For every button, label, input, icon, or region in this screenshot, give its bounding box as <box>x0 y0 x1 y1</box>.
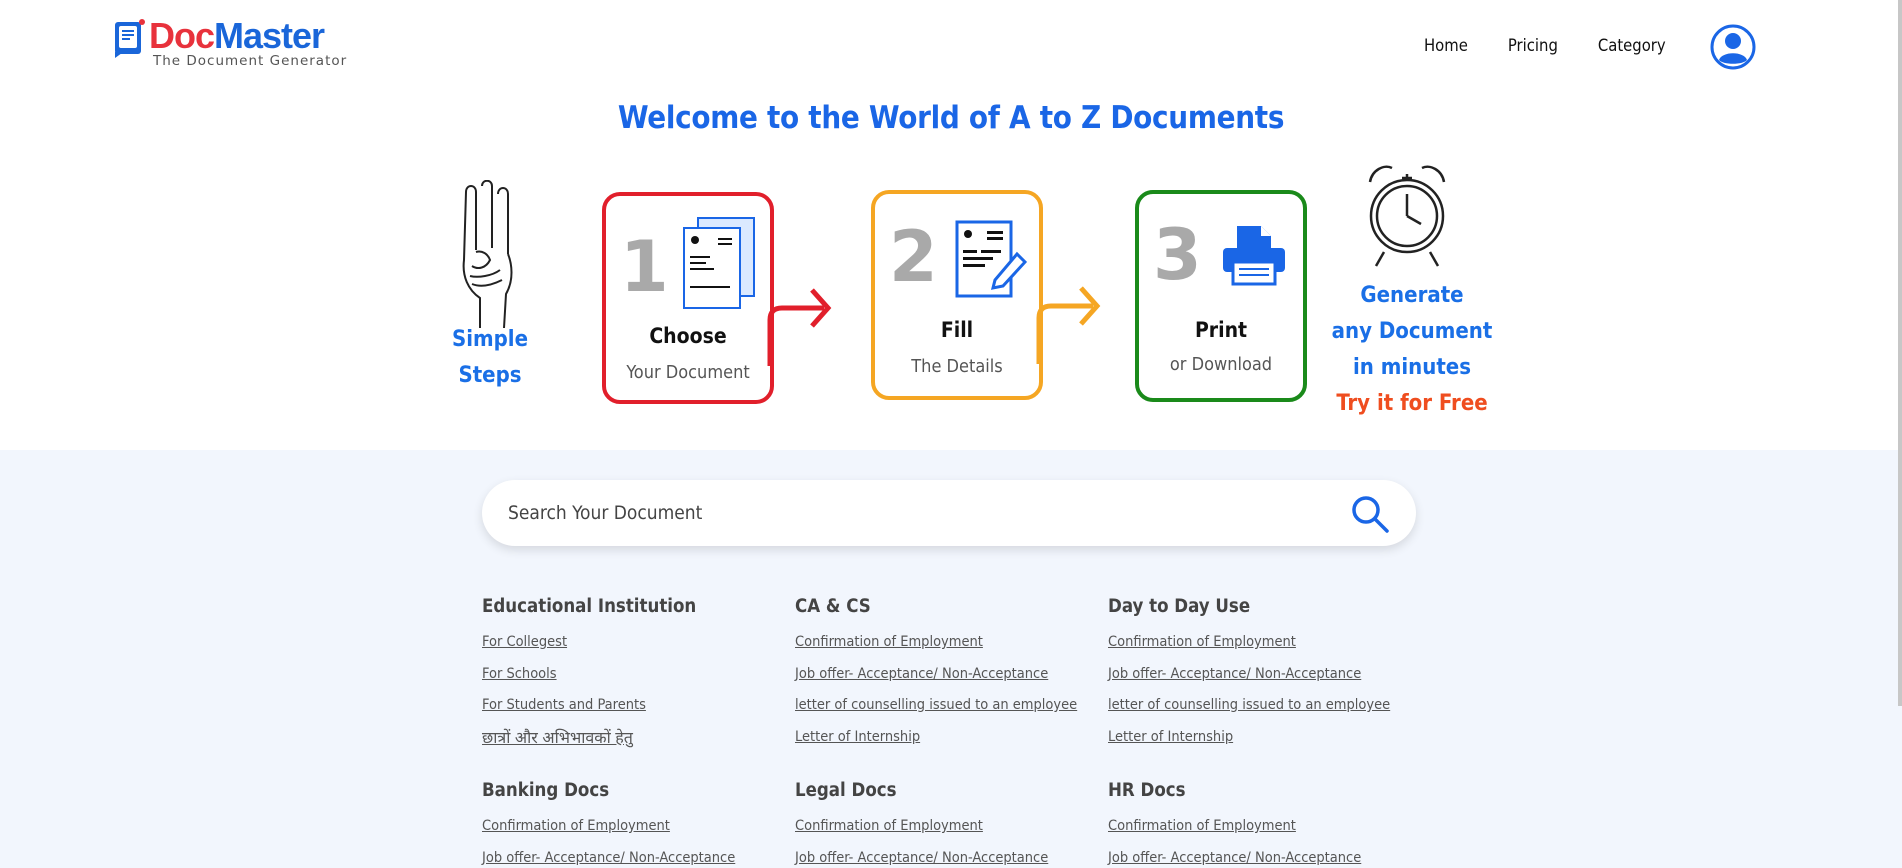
category-link[interactable]: Letter of Internship <box>1108 722 1418 754</box>
category-link[interactable]: छात्रों और अभिभावकों हेतु <box>482 722 792 754</box>
search-icon[interactable] <box>1350 494 1390 534</box>
step-label: Choose <box>649 324 727 348</box>
step-number: 2 <box>889 216 938 298</box>
category-link[interactable]: Confirmation of Employment <box>795 627 1105 659</box>
page-scrollbar[interactable] <box>1898 0 1902 706</box>
category-title: Day to Day Use <box>1108 596 1251 617</box>
three-fingers-hand-icon <box>452 179 524 330</box>
step-number: 1 <box>620 226 669 308</box>
arrow-right-icon <box>767 288 832 366</box>
search-bar <box>482 480 1416 546</box>
category-link[interactable]: Job offer- Acceptance/ Non-Acceptance <box>1108 843 1418 868</box>
nav-category[interactable]: Category <box>1598 36 1666 55</box>
category-link[interactable]: Job offer- Acceptance/ Non-Acceptance <box>795 659 1105 691</box>
category-title: Legal Docs <box>795 780 897 801</box>
printer-icon <box>1221 224 1287 290</box>
docmaster-logo[interactable]: DocMaster The Document Generator <box>113 18 347 69</box>
category-link[interactable]: Confirmation of Employment <box>1108 627 1418 659</box>
step-label: Print <box>1194 318 1248 342</box>
category-link[interactable]: letter of counselling issued to an emplo… <box>795 690 1105 722</box>
main-nav: Home Pricing Category <box>1424 36 1706 55</box>
step-sub: Your Document <box>626 362 750 383</box>
category-day-to-day: Day to Day Use Confirmation of Employmen… <box>1108 596 1418 753</box>
user-circle-icon[interactable] <box>1710 24 1756 70</box>
category-banking: Banking Docs Confirmation of Employment … <box>482 780 792 868</box>
step-card-choose: 1 Choose Your Document <box>602 192 774 404</box>
generate-cta: Generate any Document in minutes Try it … <box>1330 278 1494 422</box>
alarm-clock-icon <box>1364 160 1450 272</box>
category-legal: Legal Docs Confirmation of Employment Jo… <box>795 780 1105 868</box>
simple-steps-label: Simple Steps <box>451 327 529 388</box>
category-educational: Educational Institution For Collegest Fo… <box>482 596 792 753</box>
category-link[interactable]: Job offer- Acceptance/ Non-Acceptance <box>482 843 792 868</box>
category-title: CA & CS <box>795 596 871 617</box>
category-link[interactable]: For Students and Parents <box>482 690 792 722</box>
category-link[interactable]: letter of counselling issued to an emplo… <box>1108 690 1418 722</box>
nav-home[interactable]: Home <box>1424 36 1468 55</box>
step-sub: The Details <box>911 356 1003 377</box>
category-title: HR Docs <box>1108 780 1186 801</box>
category-link[interactable]: For Collegest <box>482 627 792 659</box>
welcome-heading: Welcome to the World of A to Z Documents <box>617 100 1285 136</box>
step-sub: or Download <box>1169 354 1273 375</box>
step-number: 3 <box>1153 214 1202 296</box>
try-free-link[interactable]: Try it for Free <box>1330 386 1494 422</box>
logo-title: DocMaster <box>149 15 325 56</box>
category-link[interactable]: Confirmation of Employment <box>482 811 792 843</box>
edit-document-icon <box>955 220 1028 304</box>
documents-section: Educational Institution For Collegest Fo… <box>0 450 1902 868</box>
category-hr: HR Docs Confirmation of Employment Job o… <box>1108 780 1418 868</box>
logo-tagline: The Document Generator <box>153 53 348 69</box>
logo-document-icon <box>113 18 147 60</box>
step-card-fill: 2 Fill The Details <box>871 190 1043 400</box>
site-header: DocMaster The Document Generator Home Pr… <box>0 0 1902 95</box>
category-title: Educational Institution <box>482 596 697 617</box>
steps-section: Simple Steps 1 Choose Your Document 2 Fi… <box>0 150 1902 450</box>
category-title: Banking Docs <box>482 780 610 801</box>
category-link[interactable]: Job offer- Acceptance/ Non-Acceptance <box>795 843 1105 868</box>
category-link[interactable]: Job offer- Acceptance/ Non-Acceptance <box>1108 659 1418 691</box>
step-label: Fill <box>940 318 974 342</box>
category-link[interactable]: Confirmation of Employment <box>795 811 1105 843</box>
category-ca-cs: CA & CS Confirmation of Employment Job o… <box>795 596 1105 753</box>
arrow-right-icon <box>1036 286 1101 364</box>
category-link[interactable]: For Schools <box>482 659 792 691</box>
search-input[interactable] <box>482 480 1332 546</box>
category-link[interactable]: Confirmation of Employment <box>1108 811 1418 843</box>
nav-pricing[interactable]: Pricing <box>1508 36 1558 55</box>
category-link[interactable]: Letter of Internship <box>795 722 1105 754</box>
documents-icon <box>682 216 756 316</box>
step-card-print: 3 Print or Download <box>1135 190 1307 402</box>
